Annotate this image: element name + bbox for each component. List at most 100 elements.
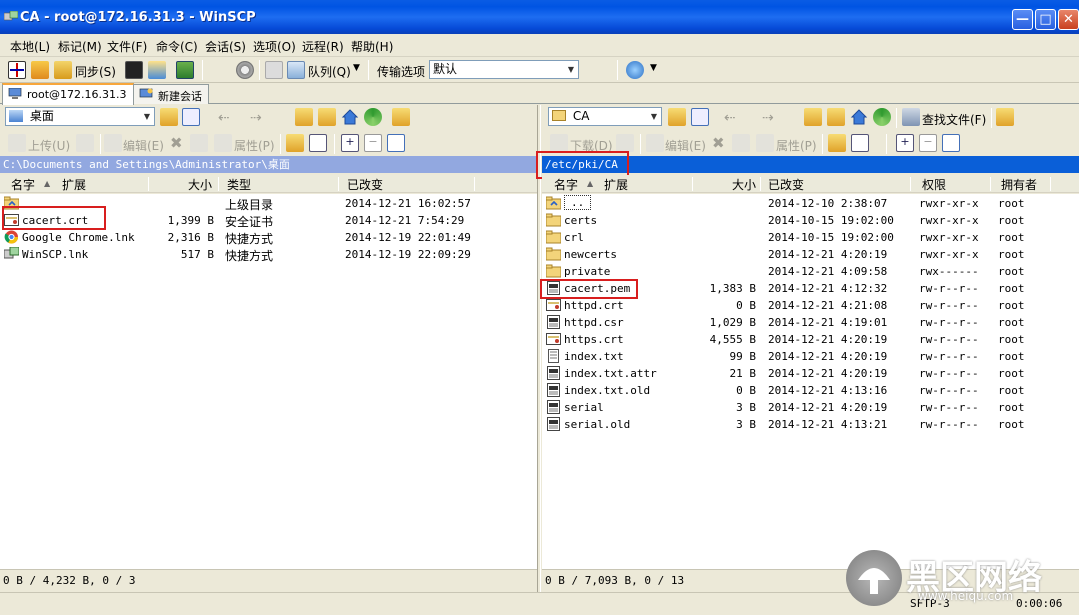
filter-icon[interactable] [182,108,200,126]
forward-arrow-icon[interactable]: ⇢ [762,110,774,126]
upload-icon[interactable] [8,134,26,152]
tab-session-root[interactable]: root@172.16.31.3 [2,83,134,105]
menu-local[interactable]: 本地(L) [10,38,50,55]
gear-icon[interactable] [236,61,254,79]
col-owner[interactable]: 拥有者 [1001,176,1037,193]
menu-file[interactable]: 文件(F) [107,38,147,55]
right-dir-select[interactable]: CA ▼ [548,107,662,126]
refresh-session-icon[interactable] [176,61,194,79]
transfer-preset-select[interactable]: 默认 ▼ [429,60,579,79]
find-icon[interactable] [392,108,410,126]
tree-icon[interactable] [996,108,1014,126]
menu-command[interactable]: 命令(C) [156,38,198,55]
table-row[interactable]: https.crt 4,555 B 2014-12-21 4:20:19 rw-r--… [542,331,1079,348]
right-file-list[interactable]: .. 2014-12-10 2:38:07 rwxr-xr-x root certs 20… [540,194,1079,569]
filter-select-icon[interactable] [942,134,960,152]
select-all-icon[interactable]: + [896,134,914,152]
root-dir-icon[interactable] [827,108,845,126]
table-row[interactable]: WinSCP.lnk 517 B 快捷方式 2014-12-19 22:09:29 [0,246,537,263]
properties-button[interactable]: 属性(P) [776,137,817,154]
open-folder-icon[interactable] [160,108,178,126]
properties-icon[interactable] [756,134,774,152]
home-icon[interactable] [850,108,868,126]
table-row[interactable]: serial 3 B 2014-12-21 4:20:19 rw-r--r-- root [542,399,1079,416]
upload-button[interactable]: 上传(U) [28,137,70,154]
col-changed[interactable]: 已改变 [347,176,383,193]
table-row[interactable]: Google Chrome.lnk 2,316 B 快捷方式 2014-12-19 2… [0,229,537,246]
col-ext[interactable]: 扩展 [62,176,86,193]
properties-button[interactable]: 属性(P) [234,137,275,154]
table-row[interactable]: httpd.crt 0 B 2014-12-21 4:21:08 rw-r--r-- r… [542,297,1079,314]
table-row[interactable]: newcerts 2014-12-21 4:20:19 rwxr-xr-x root [542,246,1079,263]
new-folder-icon[interactable] [828,134,846,152]
menu-mark[interactable]: 标记(M) [58,38,102,55]
edit-button[interactable]: 编辑(E) [123,137,164,154]
new-file-icon[interactable] [309,134,327,152]
col-permissions[interactable]: 权限 [922,176,946,193]
back-arrow-icon[interactable]: ⇠ [724,110,736,126]
compare-dirs-icon[interactable] [8,61,26,79]
table-row[interactable]: private 2014-12-21 4:09:58 rwx------ root [542,263,1079,280]
find-files-icon[interactable] [902,108,920,126]
synchronize-button[interactable]: 同步(S) [75,63,116,80]
col-changed[interactable]: 已改变 [768,176,804,193]
select-all-icon[interactable]: + [341,134,359,152]
delete-icon[interactable]: ✖ [170,134,183,152]
table-row[interactable]: .. 2014-12-10 2:38:07 rwxr-xr-x root [542,195,1079,212]
refresh-icon[interactable] [873,108,891,126]
back-arrow-icon[interactable]: ⇠ [218,110,230,126]
table-row[interactable]: crl 2014-10-15 19:02:00 rwxr-xr-x root [542,229,1079,246]
queue-button[interactable]: 队列(Q) [308,63,351,80]
forward-arrow-icon[interactable]: ⇢ [250,110,262,126]
edit-button[interactable]: 编辑(E) [665,137,706,154]
close-button[interactable]: ✕ [1058,9,1079,30]
table-row[interactable]: index.txt 99 B 2014-12-21 4:20:19 rw-r--r--… [542,348,1079,365]
chevron-down-icon[interactable]: ▼ [353,63,360,73]
left-path-bar[interactable]: C:\Documents and Settings\Administrator\… [0,156,537,173]
root-dir-icon[interactable] [318,108,336,126]
table-row[interactable]: index.txt.attr 21 B 2014-12-21 4:20:19 rw-r… [542,365,1079,382]
col-name[interactable]: 名字 [554,176,578,193]
console-icon[interactable] [125,61,143,79]
open-folder-icon[interactable] [668,108,686,126]
delete-icon[interactable]: ✖ [712,134,725,152]
home-icon[interactable] [341,108,359,126]
refresh-icon[interactable] [364,108,382,126]
rename-icon[interactable] [732,134,750,152]
left-drive-select[interactable]: 桌面 ▼ [5,107,155,126]
table-row[interactable]: serial.old 3 B 2014-12-21 4:13:21 rw-r--r--… [542,416,1079,433]
copy-icon[interactable] [76,134,94,152]
parent-dir-icon[interactable] [804,108,822,126]
col-size[interactable]: 大小 [732,176,756,193]
sync-browse-icon[interactable] [31,61,49,79]
filter-icon[interactable] [691,108,709,126]
menu-help[interactable]: 帮助(H) [351,38,393,55]
table-row[interactable]: httpd.csr 1,029 B 2014-12-21 4:19:01 rw-r--… [542,314,1079,331]
col-ext[interactable]: 扩展 [604,176,628,193]
minimize-button[interactable]: — [1012,9,1033,30]
copy-icon[interactable] [616,134,634,152]
panel-splitter[interactable] [537,105,541,614]
table-row[interactable]: index.txt.old 0 B 2014-12-21 4:13:16 rw-r--… [542,382,1079,399]
parent-dir-icon[interactable] [295,108,313,126]
putty-icon[interactable] [148,61,166,79]
properties-icon[interactable] [214,134,232,152]
chevron-down-icon[interactable]: ▼ [650,63,657,73]
find-files-button[interactable]: 查找文件(F) [922,111,986,128]
synchronize-icon[interactable] [54,61,72,79]
deselect-icon[interactable]: − [364,134,382,152]
table-row[interactable]: certs 2014-10-15 19:02:00 rwxr-xr-x root [542,212,1079,229]
menu-remote[interactable]: 远程(R) [302,38,344,55]
col-size[interactable]: 大小 [188,176,212,193]
left-file-list[interactable]: 上级目录 2014-12-21 16:02:57 cacert.crt 1,399 B… [0,194,537,569]
title-bar[interactable]: CA - root@172.16.31.3 - WinSCP — □ ✕ [0,0,1079,34]
new-folder-icon[interactable] [286,134,304,152]
menu-session[interactable]: 会话(S) [205,38,246,55]
menu-options[interactable]: 选项(O) [253,38,296,55]
col-type[interactable]: 类型 [227,176,251,193]
col-name[interactable]: 名字 [11,176,35,193]
edit-icon[interactable] [646,134,664,152]
deselect-icon[interactable]: − [919,134,937,152]
queue-icon[interactable] [287,61,305,79]
new-file-icon[interactable] [851,134,869,152]
